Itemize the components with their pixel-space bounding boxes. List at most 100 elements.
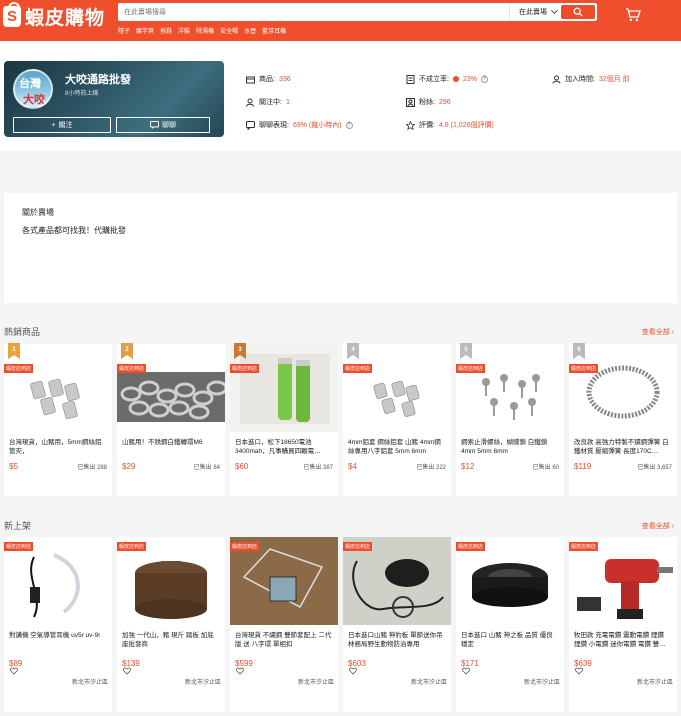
product-price: $599 <box>235 659 253 668</box>
follow-button[interactable]: + 關注 <box>13 117 111 133</box>
document-icon <box>406 74 415 84</box>
hot-keyword[interactable]: 水壺 <box>244 26 256 35</box>
chat-icon <box>150 121 159 129</box>
product-price: $119 <box>574 462 592 471</box>
search-input[interactable] <box>118 3 509 21</box>
product-card[interactable]: 蝦皮店到店 日本進口山豬 神豹板 單節送你吊 林務局野生動物防治專用 $603 … <box>343 537 451 712</box>
search-bar: 在此賣場 <box>118 3 597 21</box>
heart-icon[interactable] <box>462 667 470 675</box>
chat-button[interactable]: 聊聊 <box>116 117 210 133</box>
product-price: $12 <box>461 462 475 471</box>
product-price: $29 <box>122 462 136 471</box>
store-pickup-tag: 蝦皮店到店 <box>343 542 373 551</box>
see-all-label: 查看全部 <box>641 523 670 530</box>
product-card[interactable]: 蝦皮店到店 對講機 空氣導管耳機 uv5r uv-9r $89 新北市汐止區 <box>4 537 112 712</box>
about-section: 關於賣場 各式產品都可找我！代購批發 <box>4 193 677 303</box>
stat-label: 聊聊表現: <box>259 122 289 129</box>
stat-chat-performance: 聊聊表現: 69% (幾小時內) ? <box>246 120 353 130</box>
hot-keyword[interactable]: 隱子 <box>118 26 130 35</box>
stat-label: 關注中: <box>259 99 282 106</box>
warning-dot-icon <box>452 76 459 82</box>
search-scope-label: 在此賣場 <box>519 9 547 16</box>
product-location: 新北市汐止區 <box>410 680 447 686</box>
product-card[interactable]: 1 蝦皮店到店 台灣現貨，山豬用，5mm鋼絲鋁管夾， $5 已售出 288 <box>4 343 112 496</box>
product-meta: $119 已售出 3,657 <box>574 462 672 471</box>
help-icon[interactable]: ? <box>345 121 353 129</box>
hot-keyword[interactable]: 除濕機 <box>196 26 214 35</box>
stat-value: 296 <box>438 98 451 106</box>
product-card[interactable]: 蝦皮店到店 台灣現貨 不繡鋼 雙節套配上 二代版 送 八字環 單相扣 $599 … <box>230 537 338 712</box>
rank-badge: 4 <box>347 343 359 359</box>
hot-keyword[interactable]: 洋裝 <box>178 26 190 35</box>
store-pickup-tag: 蝦皮店到店 <box>117 542 147 551</box>
shop-avatar[interactable]: 台灣 大咬 <box>13 69 53 109</box>
product-price: $139 <box>122 659 140 668</box>
stat-value: 1 <box>285 98 290 106</box>
product-meta: $60 已售出 387 <box>235 462 333 471</box>
store-pickup-tag: 蝦皮店到店 <box>230 542 260 551</box>
new-products-row: 蝦皮店到店 對講機 空氣導管耳機 uv5r uv-9r $89 新北市汐止區 蝦… <box>4 537 681 712</box>
product-price: $89 <box>9 659 23 668</box>
product-image: 蝦皮店到店 <box>343 537 451 625</box>
heart-icon[interactable] <box>123 667 131 675</box>
follow-label: 關注 <box>58 122 73 129</box>
plus-icon: + <box>51 121 56 129</box>
hot-keyword[interactable]: 拖鞋 <box>160 26 172 35</box>
stat-rating: 評價: 4.8 (1,026個評價) <box>406 120 494 130</box>
product-card[interactable]: 蝦皮店到店 加強 一代山，豬 現斤 踏板 加底座批發商 $139 新北市汐止區 <box>117 537 225 712</box>
search-button[interactable] <box>561 5 595 19</box>
hot-see-all-link[interactable]: 查看全部 › <box>642 327 674 337</box>
heart-icon[interactable] <box>349 667 357 675</box>
hot-keyword[interactable]: 藍芽耳機 <box>262 26 286 35</box>
stat-fans: 粉絲: 296 <box>406 97 451 107</box>
chat-label: 聊聊 <box>162 122 176 129</box>
search-scope-dropdown[interactable]: 在此賣場 <box>509 6 561 18</box>
product-card[interactable]: 蝦皮店到店 日本進口 山豬 神之板 品質 優良穩定 $171 新北市汐止區 <box>456 537 564 712</box>
product-name: 日本進口山豬 神豹板 單節送你吊 林務局野生動物防治專用 <box>348 632 443 648</box>
cart-icon[interactable] <box>625 8 641 22</box>
star-icon <box>406 120 415 130</box>
top-header: S 蝦皮購物 在此賣場 隱子 魔芋爽 拖鞋 洋裝 除濕機 安全帽 水壺 藍芽耳機 <box>0 0 681 41</box>
product-location: 新北市汐止區 <box>71 680 108 686</box>
rank-badge: 1 <box>8 343 20 359</box>
help-icon[interactable]: ? <box>480 75 488 83</box>
product-card[interactable]: 2 蝦皮店到店 山豬用！不銹鋼白鐵轉環M6 $29 已售出 84 <box>117 343 225 496</box>
product-price: $4 <box>348 462 357 471</box>
product-card[interactable]: 蝦皮店到店 牧田款 充電電鑽 震動電鑽 鋰鑽 鋰鑽 小電鑽 迷你電鑽 電鑽 雙…… <box>569 537 677 712</box>
hot-keyword[interactable]: 魔芋爽 <box>136 26 154 35</box>
product-name: 對講機 空氣導管耳機 uv5r uv-9r <box>9 632 101 639</box>
about-text: 各式產品都可找我！代購批發 <box>22 226 126 235</box>
heart-icon[interactable] <box>575 667 583 675</box>
hot-keywords: 隱子 魔芋爽 拖鞋 洋裝 除濕機 安全帽 水壺 藍芽耳機 <box>118 26 286 35</box>
product-card[interactable]: 3 蝦皮店到店 日本進口，松下18650電池3400mah，凡事購買四顆電… $… <box>230 343 338 496</box>
product-location: 新北市汐止區 <box>184 680 221 686</box>
about-heading: 關於賣場 <box>22 208 54 217</box>
product-location: 新北市汐止區 <box>636 680 673 686</box>
product-price: $171 <box>461 659 479 668</box>
product-card[interactable]: 6 蝦皮店到店 改良款 高強力特製不鏽鋼彈簧 白鐵材質 壓縮彈簧 長度170C…… <box>569 343 677 496</box>
chat-bubble-icon <box>246 120 255 130</box>
rank-badge: 6 <box>573 343 585 359</box>
store-pickup-tag: 蝦皮店到店 <box>456 542 486 551</box>
new-see-all-link[interactable]: 查看全部 › <box>642 521 674 531</box>
stat-value: 4.8 (1,026個評價) <box>438 122 494 129</box>
product-card[interactable]: 5 蝦皮店到店 鋼索止滑螺絲，蝴蝶鎖 白鐵鎖4mm 5mm 6mm $12 已售出… <box>456 343 564 496</box>
stat-label: 粉絲: <box>419 99 435 106</box>
product-image: 蝦皮店到店 <box>4 537 112 625</box>
store-pickup-tag: 蝦皮店到店 <box>230 364 260 373</box>
product-name: 日本進口，松下18650電池3400mah，凡事購買四顆電… <box>235 439 321 455</box>
product-name: 台灣現貨 不繡鋼 雙節套配上 二代版 送 八字環 單相扣 <box>235 632 332 648</box>
heart-icon[interactable] <box>236 667 244 675</box>
product-meta: $12 已售出 60 <box>461 462 559 471</box>
heart-icon[interactable] <box>10 667 18 675</box>
product-name: 台灣現貨，山豬用，5mm鋼絲鋁管夾， <box>9 439 102 455</box>
rank-badge: 2 <box>121 343 133 359</box>
hot-keyword[interactable]: 安全帽 <box>220 26 238 35</box>
shopee-logo[interactable]: S 蝦皮購物 <box>3 1 105 29</box>
product-image: 蝦皮店到店 <box>456 344 564 432</box>
product-image: 蝦皮店到店 <box>569 344 677 432</box>
product-card[interactable]: 4 蝦皮店到店 4mm鋁套 鋼絲鋁套 山豬 4mm鋼絲專用八字鋁套 5mm 6m… <box>343 343 451 496</box>
product-location: 新北市汐止區 <box>523 680 560 686</box>
stat-cancel-rate: 不成立率: 23% ? <box>406 74 488 84</box>
stat-label: 不成立率: <box>419 76 449 83</box>
